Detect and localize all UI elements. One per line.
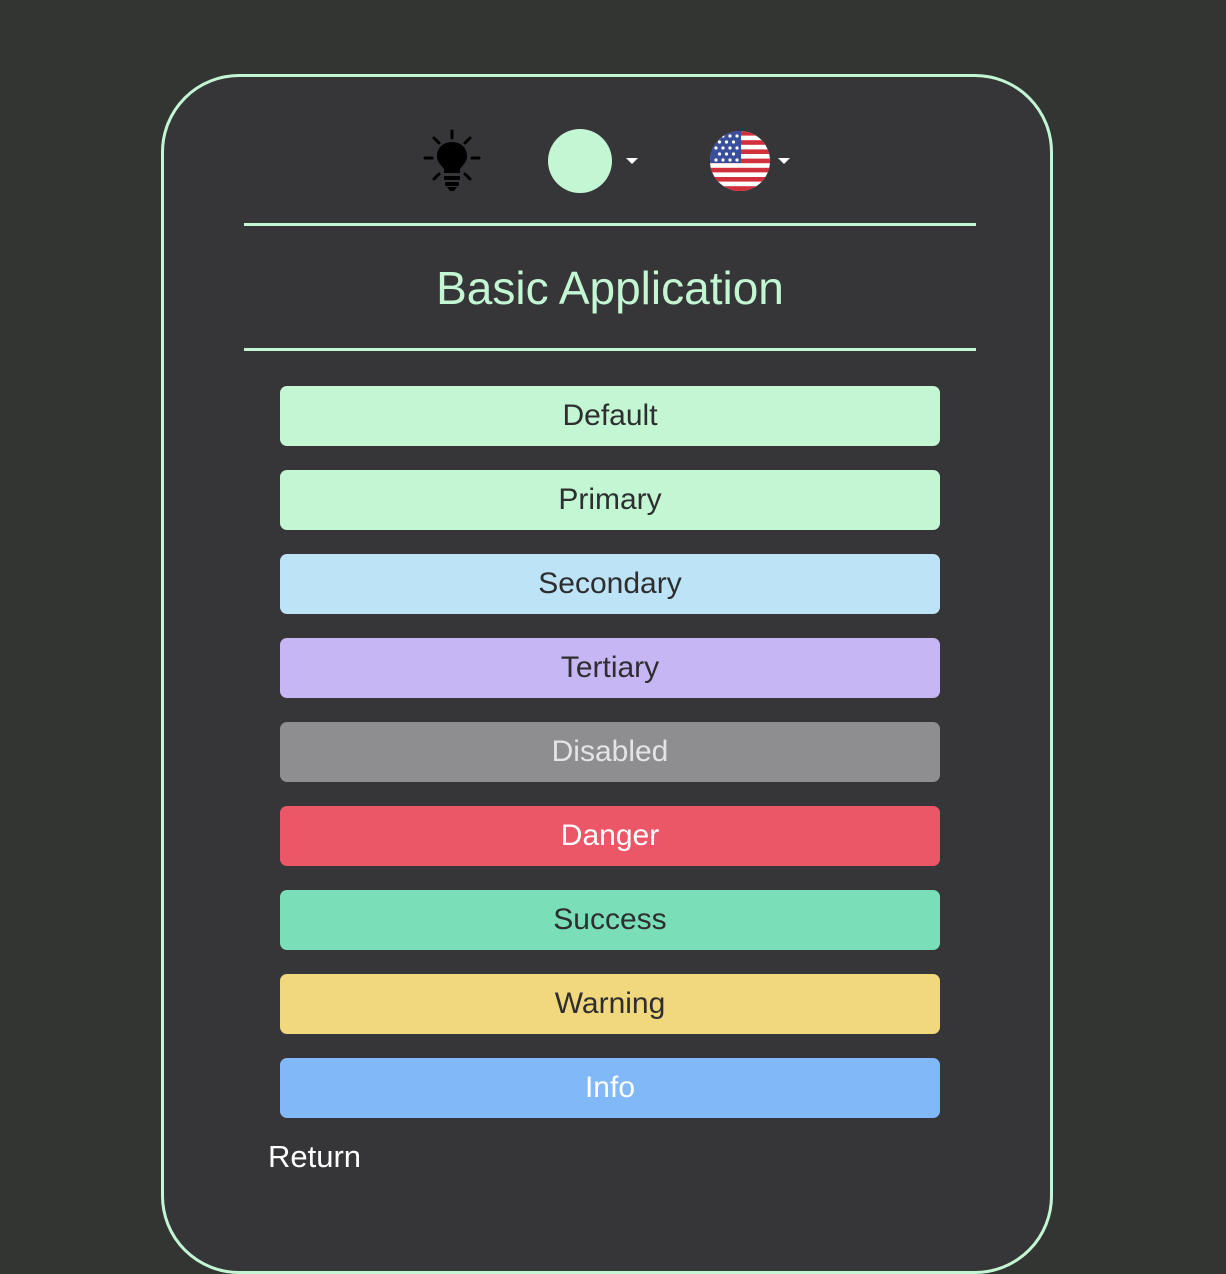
app-card: Basic Application Default Primary Second… (161, 74, 1053, 1274)
info-button[interactable]: Info (280, 1058, 940, 1118)
language-dropdown[interactable] (710, 131, 790, 191)
theme-toggle[interactable] (421, 129, 483, 193)
button-list: Default Primary Secondary Tertiary Disab… (280, 386, 940, 1142)
default-button[interactable]: Default (280, 386, 940, 446)
page-title: Basic Application (436, 262, 784, 314)
return-link[interactable]: Return (268, 1137, 361, 1177)
toolbar (164, 129, 1050, 193)
header-divider-top (244, 223, 976, 226)
disabled-button: Disabled (280, 722, 940, 782)
danger-button[interactable]: Danger (280, 806, 940, 866)
header-divider-bottom (244, 348, 976, 351)
success-button[interactable]: Success (280, 890, 940, 950)
us-flag-icon (710, 131, 770, 191)
lightbulb-icon (423, 129, 481, 191)
color-swatch (548, 129, 612, 193)
tertiary-button[interactable]: Tertiary (280, 638, 940, 698)
chevron-down-icon (626, 158, 638, 164)
warning-button[interactable]: Warning (280, 974, 940, 1034)
primary-button[interactable]: Primary (280, 470, 940, 530)
chevron-down-icon (778, 158, 790, 164)
secondary-button[interactable]: Secondary (280, 554, 940, 614)
color-theme-dropdown[interactable] (548, 129, 644, 193)
